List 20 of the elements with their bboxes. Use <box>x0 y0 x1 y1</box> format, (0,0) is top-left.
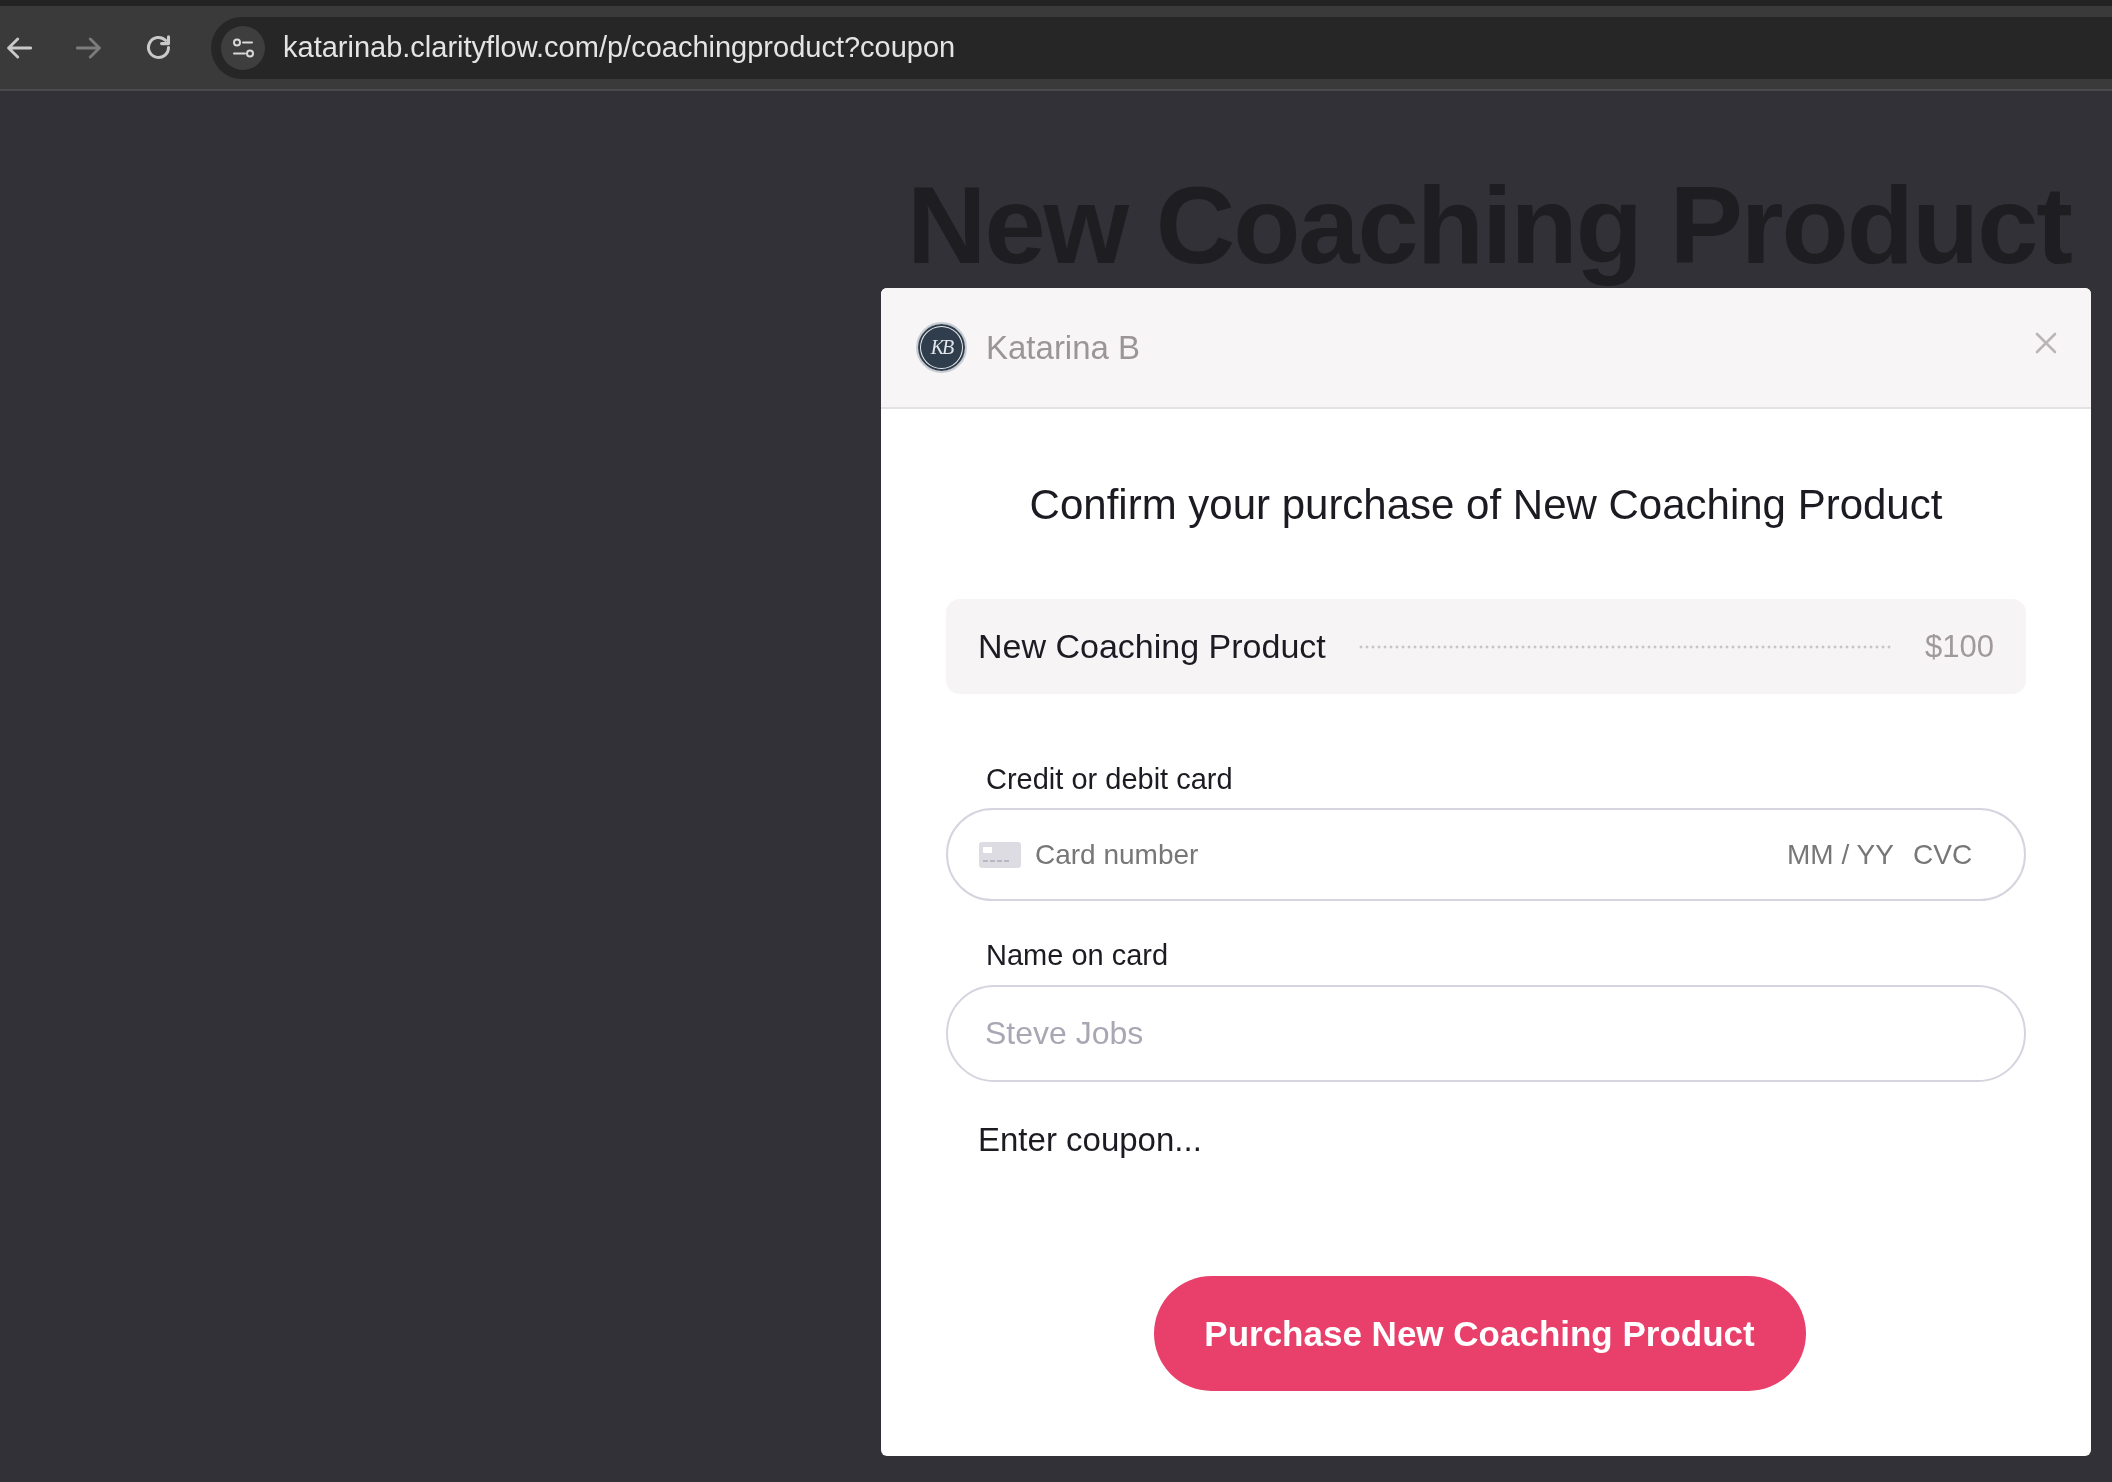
seller-name: Katarina B <box>986 328 1141 367</box>
field-label: Name on card <box>985 938 1169 973</box>
expiry-input[interactable]: MM / YY <box>1787 838 1899 871</box>
url-field[interactable]: katarinab.clarityflow.com/p/coachingproduct?coupon <box>283 31 2112 64</box>
modal-title: Confirm your purchase of New Coaching Product <box>1028 480 1944 530</box>
cvc-input[interactable]: CVC <box>1913 838 1975 871</box>
sliders-icon[interactable] <box>221 25 265 70</box>
product-price: $100 <box>1925 628 1994 665</box>
enter-coupon-link[interactable]: Enter coupon... <box>978 1120 1202 1160</box>
avatar: KB <box>916 322 967 373</box>
credit-card-icon <box>979 841 1021 868</box>
field-label: Credit or debit card <box>985 762 1233 797</box>
purchase-button[interactable]: Purchase New Coaching Product <box>1153 1276 1806 1391</box>
address-bar[interactable]: katarinab.clarityflow.com/p/coachingproduct?coupon <box>211 16 2112 79</box>
card-number-input[interactable]: Card number <box>1035 838 1787 871</box>
product-name: New Coaching Product <box>978 627 1326 666</box>
reload-icon[interactable] <box>146 35 171 60</box>
name-input[interactable]: Steve Jobs <box>946 985 2026 1082</box>
arrow-left-icon[interactable] <box>6 36 32 59</box>
card-field[interactable]: Card number MM / YY CVC <box>946 808 2026 901</box>
